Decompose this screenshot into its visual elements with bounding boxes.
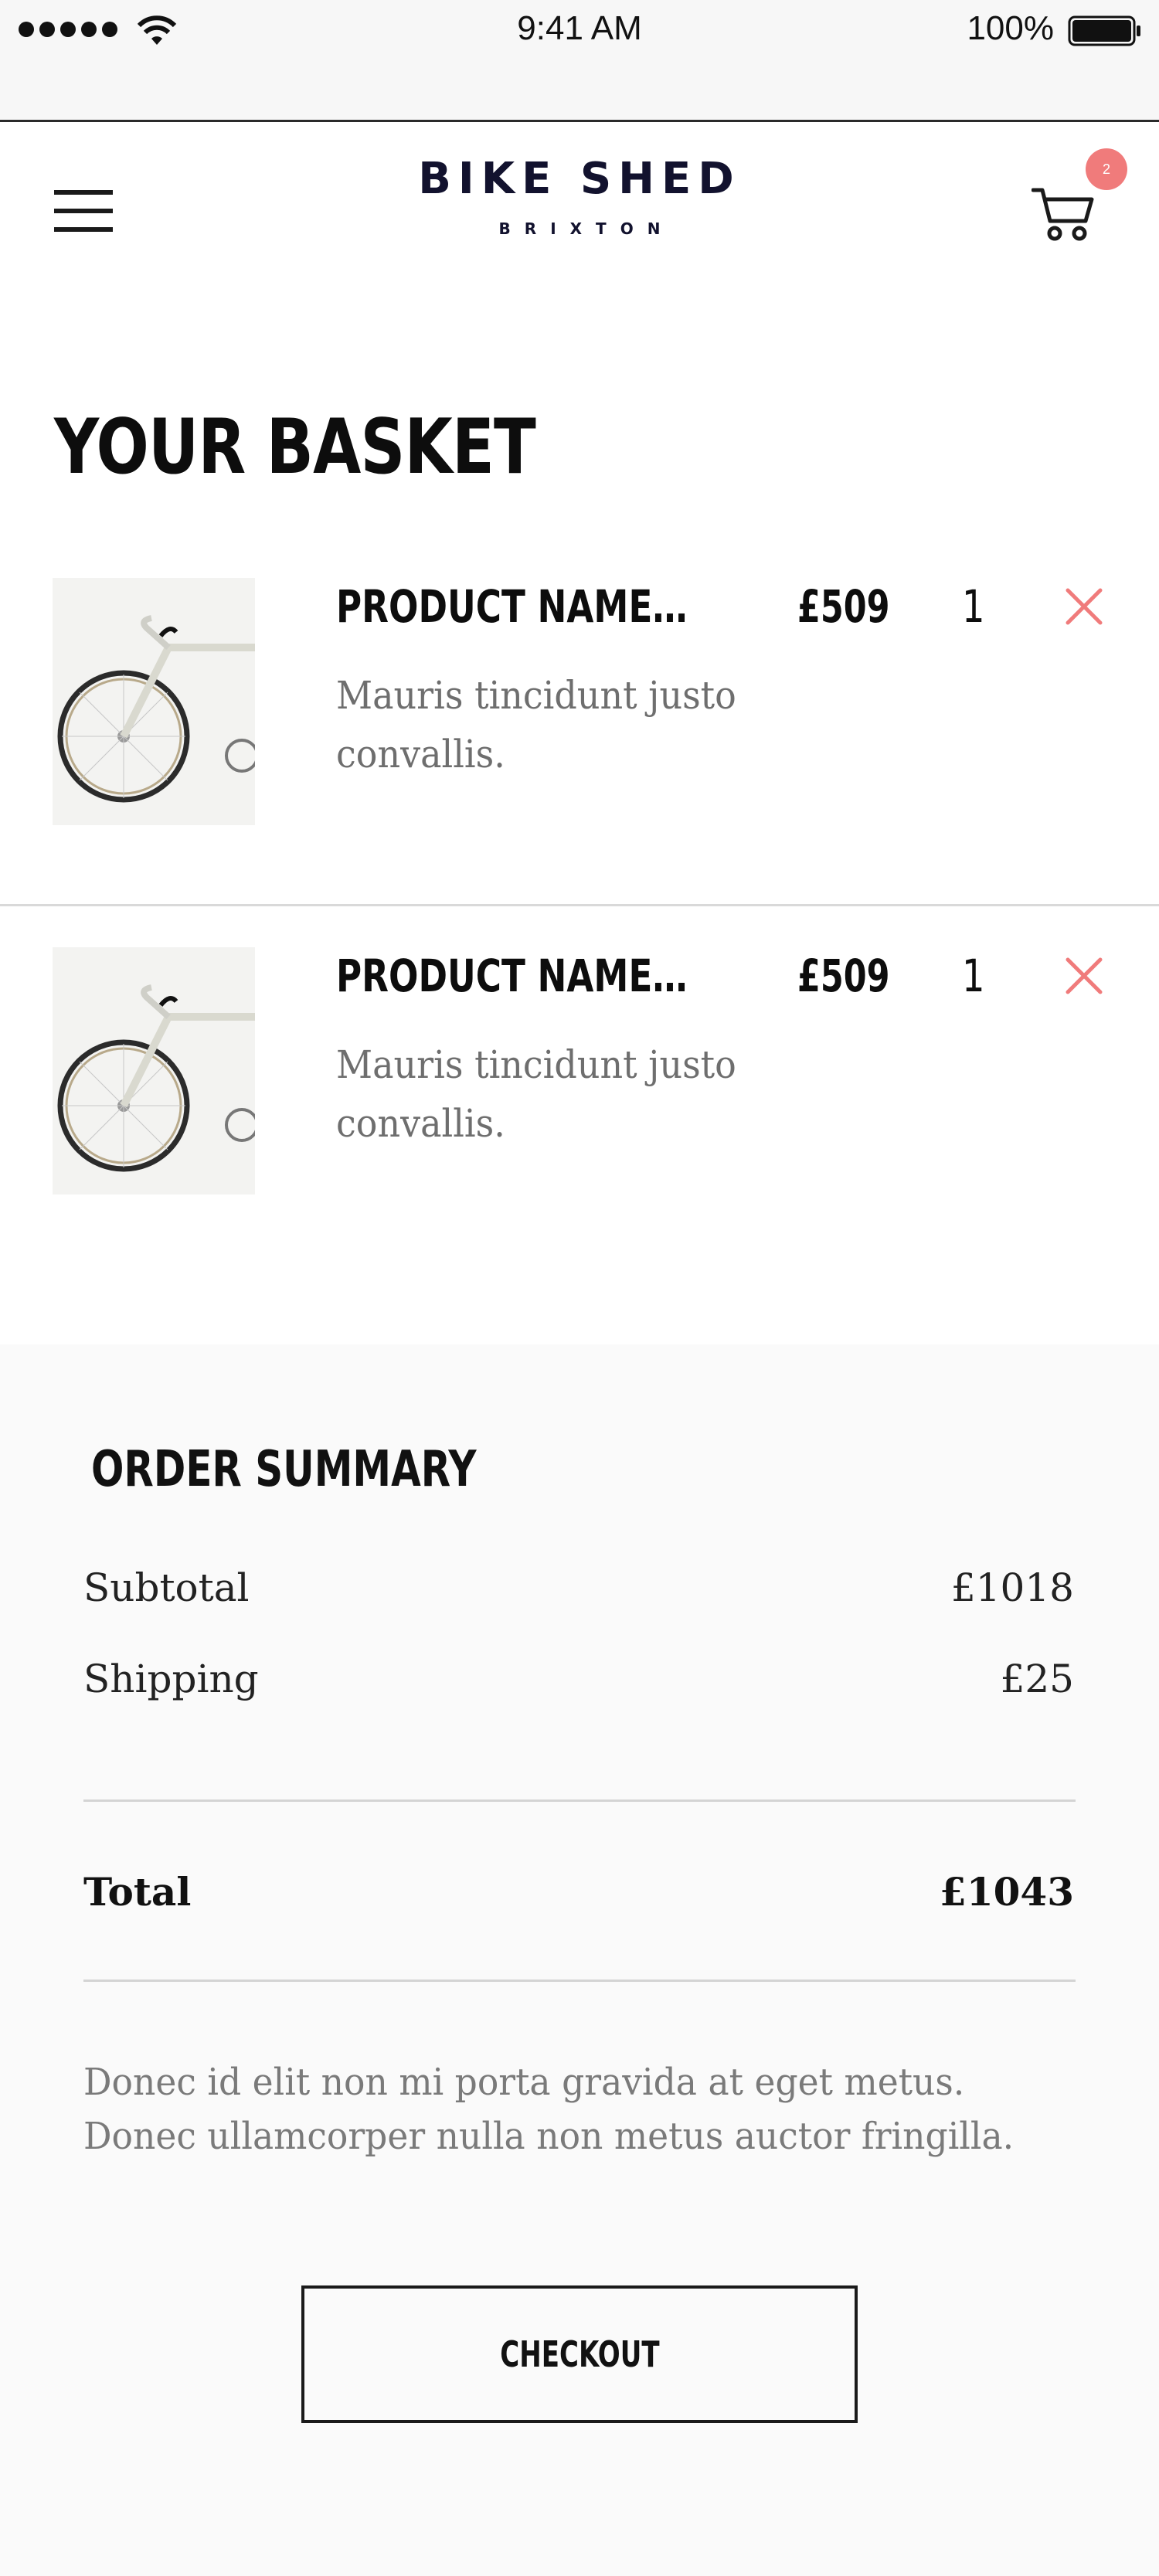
product-image[interactable] xyxy=(53,578,255,825)
checkout-label: CHECKOUT xyxy=(499,2333,660,2375)
product-price: £509 xyxy=(797,580,890,633)
quantity-field[interactable]: 1 xyxy=(962,584,985,629)
product-description: Mauris tincidunt justo convallis. xyxy=(336,673,736,777)
subtotal-value: £1018 xyxy=(950,1565,1074,1610)
cart-icon xyxy=(1032,188,1094,241)
cart-count-badge: 2 xyxy=(1086,148,1127,190)
app-header: BIKE SHED BRIXTON 2 xyxy=(0,122,1159,292)
checkout-button[interactable]: CHECKOUT xyxy=(301,2285,858,2423)
page-title: YOUR BASKET xyxy=(54,403,536,491)
shipping-value: £25 xyxy=(1000,1657,1074,1701)
summary-note: Donec id elit non mi porta gravida at eg… xyxy=(83,2061,1015,2158)
menu-icon[interactable] xyxy=(54,190,113,232)
product-image[interactable] xyxy=(53,947,255,1195)
product-price: £509 xyxy=(797,950,890,1002)
logo-title: BIKE SHED xyxy=(418,154,741,204)
shipping-label: Shipping xyxy=(83,1657,259,1701)
summary-title: ORDER SUMMARY xyxy=(91,1441,477,1498)
cart-button[interactable]: 2 xyxy=(1024,148,1132,249)
divider xyxy=(83,1799,1076,1802)
close-icon[interactable] xyxy=(1060,952,1108,1000)
subtotal-label: Subtotal xyxy=(83,1565,250,1610)
close-icon[interactable] xyxy=(1060,583,1108,630)
divider xyxy=(83,1980,1076,1982)
basket-item: PRODUCT NAME… Mauris tincidunt justo con… xyxy=(0,541,1159,906)
logo[interactable]: BIKE SHED BRIXTON xyxy=(348,154,811,239)
quantity-field[interactable]: 1 xyxy=(962,953,985,998)
logo-subtitle: BRIXTON xyxy=(498,219,675,238)
basket-item: PRODUCT NAME… Mauris tincidunt justo con… xyxy=(0,910,1159,1273)
product-name[interactable]: PRODUCT NAME… xyxy=(336,584,688,629)
status-bar: 9:41 AM 100% xyxy=(0,0,1159,122)
battery-icon xyxy=(1068,15,1140,46)
product-name[interactable]: PRODUCT NAME… xyxy=(336,953,688,998)
order-summary: ORDER SUMMARY Subtotal £1018 Shipping £2… xyxy=(0,1344,1159,2576)
total-value: £1043 xyxy=(940,1869,1074,1915)
total-label: Total xyxy=(83,1869,192,1915)
battery-percentage: 100% xyxy=(967,9,1054,47)
product-description: Mauris tincidunt justo convallis. xyxy=(336,1042,736,1146)
